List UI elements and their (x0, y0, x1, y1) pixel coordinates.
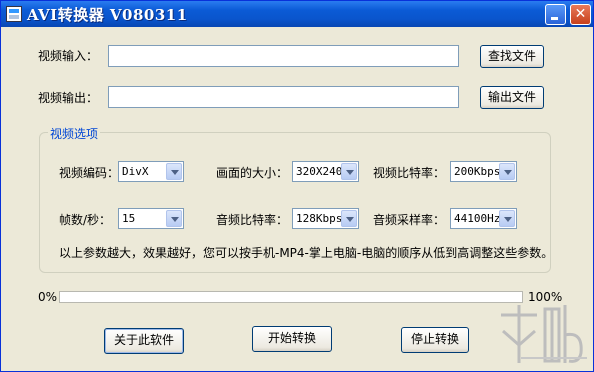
close-button[interactable]: ✕ (570, 4, 591, 25)
minimize-button[interactable] (545, 4, 566, 25)
video-bitrate-select[interactable]: 200Kbps (450, 161, 517, 182)
chevron-down-icon[interactable] (341, 210, 357, 227)
chevron-down-icon[interactable] (341, 163, 357, 180)
parameter-hint: 以上参数越大，效果越好，您可以按手机-MP4-掌上电脑-电脑的顺序从低到高调整这… (59, 246, 554, 260)
video-input-field[interactable] (108, 45, 459, 67)
watermark-underline (521, 357, 587, 359)
video-codec-label: 视频编码： (59, 166, 120, 180)
video-codec-select[interactable]: DivX (118, 161, 184, 182)
video-output-label: 视频输出： (38, 91, 99, 105)
fps-select[interactable]: 15 (118, 208, 184, 229)
chevron-down-icon[interactable] (166, 163, 182, 180)
progress-min-label: 0% (38, 290, 58, 304)
progress-bar (59, 291, 523, 303)
start-convert-button[interactable]: 开始转换 (252, 326, 332, 352)
frame-size-select[interactable]: 320X240 (292, 161, 359, 182)
video-options-legend: 视频选项 (48, 125, 101, 142)
video-output-field[interactable] (108, 86, 459, 108)
title-bar[interactable]: AVI转换器 V080311 ✕ (1, 1, 593, 27)
browse-file-button[interactable]: 查找文件 (480, 45, 544, 68)
chevron-down-icon[interactable] (166, 210, 182, 227)
audio-samplerate-label: 音频采样率： (373, 213, 446, 227)
close-icon: ✕ (574, 6, 587, 22)
stop-convert-button[interactable]: 停止转换 (401, 327, 469, 353)
video-input-label: 视频输入： (38, 49, 99, 63)
app-window: AVI转换器 V080311 ✕ 视频输入： 查找文件 视频输出： 输出文件 视… (0, 0, 594, 372)
chevron-down-icon[interactable] (499, 210, 515, 227)
about-button[interactable]: 关于此软件 (104, 328, 184, 354)
audio-bitrate-label: 音频比特率： (216, 213, 289, 227)
video-bitrate-label: 视频比特率： (373, 166, 446, 180)
chevron-down-icon[interactable] (499, 163, 515, 180)
audio-samplerate-select[interactable]: 44100Hz (450, 208, 517, 229)
app-icon (6, 6, 22, 22)
window-title: AVI转换器 V080311 (27, 6, 188, 24)
fps-label: 帧数/秒： (59, 213, 112, 227)
audio-bitrate-select[interactable]: 128Kbps (292, 208, 359, 229)
frame-size-label: 画面的大小： (216, 166, 289, 180)
output-file-button[interactable]: 输出文件 (480, 86, 544, 109)
